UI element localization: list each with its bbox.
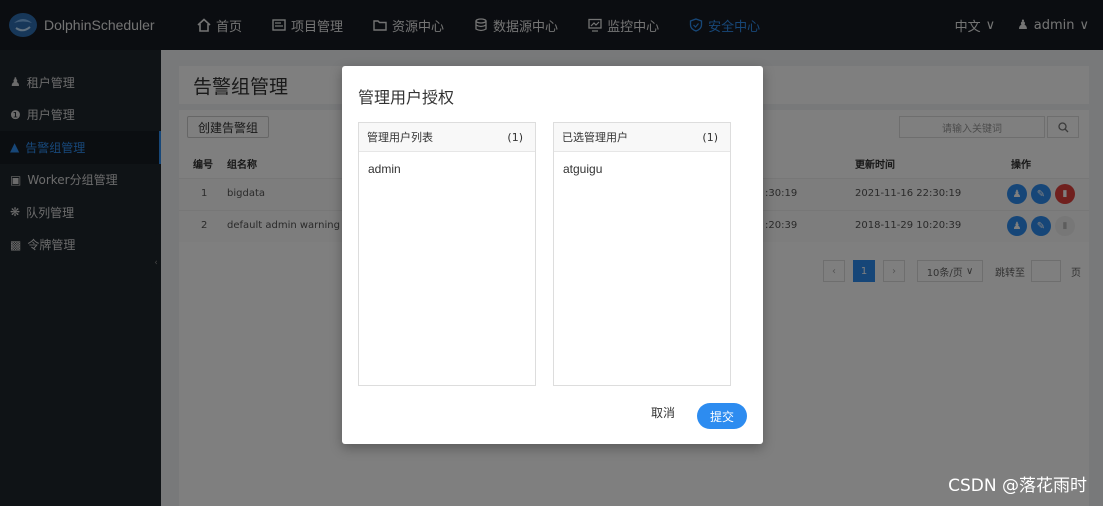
list-item[interactable]: atguigu xyxy=(554,152,730,176)
cancel-button[interactable]: 取消 xyxy=(651,404,675,421)
transfer-target-list: 已选管理用户 (1) atguigu xyxy=(553,122,731,386)
transfer-source-list: 管理用户列表 (1) admin xyxy=(358,122,536,386)
transfer-source-count: (1) xyxy=(507,130,523,144)
watermark-text: CSDN @落花雨时 xyxy=(948,476,1087,496)
transfer-source-title: 管理用户列表 xyxy=(367,131,433,144)
manage-users-dialog: 管理用户授权 管理用户列表 (1) admin 已选管理用户 (1) atgui… xyxy=(342,66,763,444)
transfer-target-count: (1) xyxy=(702,130,718,144)
list-item[interactable]: admin xyxy=(359,152,535,176)
transfer-target-title: 已选管理用户 xyxy=(562,131,628,144)
transfer-source-header: 管理用户列表 (1) xyxy=(359,123,535,152)
transfer-target-header: 已选管理用户 (1) xyxy=(554,123,730,152)
submit-button[interactable]: 提交 xyxy=(697,403,747,429)
dialog-title: 管理用户授权 xyxy=(358,88,455,107)
